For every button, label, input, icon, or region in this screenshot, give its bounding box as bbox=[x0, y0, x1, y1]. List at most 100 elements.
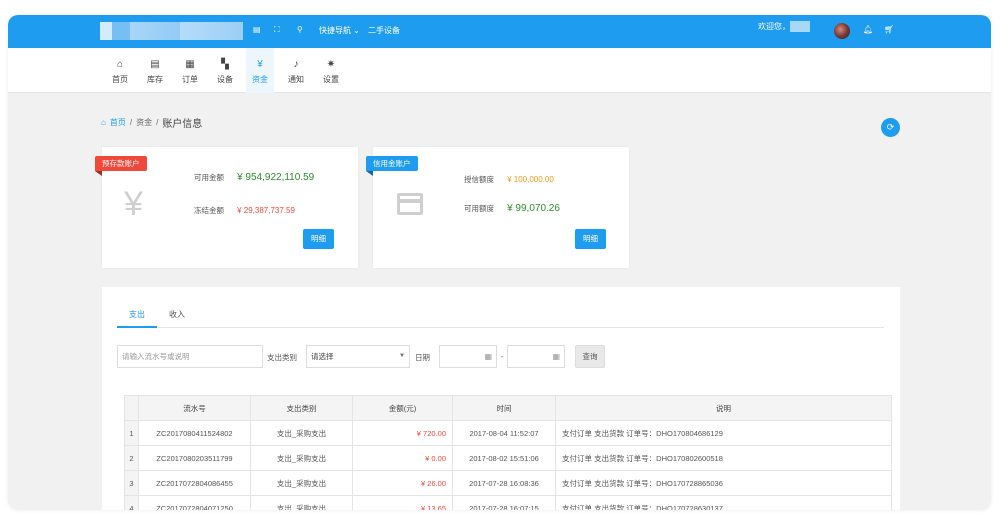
date-label: 日期 bbox=[415, 353, 430, 362]
frozen-amount-label: 冻结金额 bbox=[194, 206, 224, 215]
credit-limit-row: 授信额度 ¥ 100,000.00 bbox=[464, 174, 554, 185]
time: 2017-08-02 15:51:06 bbox=[452, 445, 556, 471]
chevron-down-icon: ⌄ bbox=[353, 26, 360, 35]
description: 支付订单 支出货款 订单号：DHO170804686129 bbox=[555, 420, 892, 446]
quick-nav-menu[interactable]: 快捷导航 ⌄ bbox=[319, 25, 360, 36]
column-header: 时间 bbox=[452, 395, 556, 421]
column-header: 支出类别 bbox=[250, 395, 353, 421]
serial-number: ZC2017072804071250 bbox=[138, 495, 251, 510]
serial-number: ZC2017080203511799 bbox=[138, 445, 251, 471]
search-icon[interactable]: ⚲ bbox=[297, 25, 303, 34]
table-row[interactable]: 4 ZC2017072804071250 支出_采购支出 ¥ 13.65 201… bbox=[124, 495, 892, 510]
breadcrumb-separator: / bbox=[156, 118, 159, 127]
credit-available-label: 可用额度 bbox=[464, 204, 494, 213]
device-icon: ▚ bbox=[221, 59, 229, 70]
credit-available-row: 可用额度 ¥ 99,070.26 bbox=[464, 203, 560, 214]
nav-devices[interactable]: ▚ 设备 bbox=[211, 48, 239, 93]
app-window: ▤ ⛶ ⚲ 快捷导航 ⌄ 二手设备 欢迎您， 🔔︎ 🛒︎ ⌂ 首页 ▤ 库存 ▦… bbox=[8, 15, 991, 510]
serial-number: ZC2017072804086455 bbox=[138, 470, 251, 496]
column-header: 金额(元) bbox=[352, 395, 453, 421]
transactions-table: 流水号 支出类别 金额(元) 时间 说明 1 ZC201708041152480… bbox=[124, 395, 892, 510]
credit-limit-value: ¥ 100,000.00 bbox=[507, 175, 554, 184]
time: 2017-08-04 11:52:07 bbox=[452, 420, 556, 446]
amount: ¥ 26.00 bbox=[352, 470, 453, 496]
expense-type: 支出_采购支出 bbox=[250, 470, 353, 496]
credit-ribbon: 信用金账户 bbox=[366, 156, 418, 176]
caret-down-icon: ▼ bbox=[399, 353, 405, 359]
table-row[interactable]: 1 ZC2017080411524802 支出_采购支出 ¥ 720.00 20… bbox=[124, 420, 892, 446]
yen-icon: ¥ bbox=[257, 59, 263, 70]
calendar-icon: ▦ bbox=[552, 352, 560, 361]
breadcrumb-home[interactable]: 首页 bbox=[110, 117, 126, 128]
avatar[interactable] bbox=[834, 23, 850, 39]
breadcrumb: ⌂ 首页 / 资金 / 账户信息 bbox=[101, 115, 202, 130]
amount: ¥ 0.00 bbox=[352, 445, 453, 471]
time: 2017-07-28 16:07:15 bbox=[452, 495, 556, 510]
breadcrumb-separator: / bbox=[129, 118, 133, 127]
query-button[interactable]: 查询 bbox=[575, 345, 605, 368]
refresh-icon: ⟳ bbox=[886, 122, 895, 132]
start-date-input[interactable]: ▦ bbox=[439, 345, 497, 368]
top-bar: ▤ ⛶ ⚲ 快捷导航 ⌄ 二手设备 欢迎您， 🔔︎ 🛒︎ bbox=[8, 15, 991, 48]
expense-type: 支出_采购支出 bbox=[250, 420, 353, 446]
row-index: 1 bbox=[124, 420, 139, 446]
table-row[interactable]: 3 ZC2017072804086455 支出_采购支出 ¥ 26.00 201… bbox=[124, 470, 892, 496]
home-icon[interactable]: ⌂ bbox=[101, 118, 106, 127]
nav-inventory[interactable]: ▤ 库存 bbox=[141, 48, 169, 93]
row-index: 2 bbox=[124, 445, 139, 471]
date-separator: - bbox=[501, 352, 504, 361]
prepaid-account-card: 预存款账户 ¥ 可用金额 ¥ 954,922,110.59 冻结金额 ¥ 29,… bbox=[95, 147, 358, 268]
nav-settings[interactable]: ✷ 设置 bbox=[317, 48, 345, 93]
quick-nav-label: 快捷导航 bbox=[319, 26, 351, 35]
transactions-panel: 支出 收入 请输入流水号或说明 支出类别 请选择 ▼ 日期 ▦ - ▦ 查询 流… bbox=[102, 287, 900, 510]
available-amount-label: 可用金额 bbox=[194, 173, 224, 182]
refresh-button[interactable]: ⟳ bbox=[881, 118, 900, 137]
calendar-icon: ▦ bbox=[484, 352, 492, 361]
prepaid-details-button[interactable]: 明细 bbox=[303, 229, 334, 249]
row-index: 3 bbox=[124, 470, 139, 496]
order-icon: ▦ bbox=[185, 59, 195, 70]
table-header-row: 流水号 支出类别 金额(元) 时间 说明 bbox=[124, 395, 892, 421]
breadcrumb-funds[interactable]: 资金 bbox=[136, 117, 152, 128]
frozen-amount-value: ¥ 29,387,737.59 bbox=[237, 206, 295, 215]
expense-type-label: 支出类别 bbox=[267, 353, 297, 362]
tab-expense[interactable]: 支出 bbox=[117, 305, 157, 328]
nav-notifications[interactable]: ♪ 通知 bbox=[282, 48, 310, 93]
end-date-input[interactable]: ▦ bbox=[507, 345, 565, 368]
credit-account-card: 信用金账户 授信额度 ¥ 100,000.00 可用额度 ¥ 99,070.26… bbox=[366, 147, 629, 268]
search-input[interactable]: 请输入流水号或说明 bbox=[117, 345, 263, 368]
expense-type: 支出_采购支出 bbox=[250, 495, 353, 510]
nav-orders[interactable]: ▦ 订单 bbox=[176, 48, 204, 93]
column-header: 说明 bbox=[555, 395, 892, 421]
description: 支付订单 支出货款 订单号：DHO170802600518 bbox=[555, 445, 892, 471]
cart-icon[interactable]: 🛒︎ bbox=[884, 25, 894, 34]
amount: ¥ 720.00 bbox=[352, 420, 453, 446]
nav-home[interactable]: ⌂ 首页 bbox=[106, 48, 134, 93]
serial-number: ZC2017080411524802 bbox=[138, 420, 251, 446]
second-hand-link[interactable]: 二手设备 bbox=[368, 25, 400, 36]
time: 2017-07-28 16:08:36 bbox=[452, 470, 556, 496]
column-header: 流水号 bbox=[138, 395, 251, 421]
menu-icon[interactable]: ▤ bbox=[253, 25, 261, 34]
expense-type: 支出_采购支出 bbox=[250, 445, 353, 471]
row-index: 4 bbox=[124, 495, 139, 510]
username[interactable] bbox=[790, 21, 810, 32]
main-nav: ⌂ 首页 ▤ 库存 ▦ 订单 ▚ 设备 ¥ 资金 ♪ 通知 ✷ 设置 bbox=[8, 48, 991, 93]
credit-card-icon bbox=[397, 193, 423, 215]
expense-type-value: 请选择 bbox=[311, 352, 334, 361]
logo[interactable] bbox=[100, 22, 243, 40]
tab-bar: 支出 收入 bbox=[117, 305, 884, 328]
nav-funds[interactable]: ¥ 资金 bbox=[246, 48, 274, 93]
fullscreen-icon[interactable]: ⛶ bbox=[274, 25, 280, 35]
yen-icon: ¥ bbox=[124, 185, 143, 223]
tab-income[interactable]: 收入 bbox=[157, 305, 197, 328]
bell-icon[interactable]: 🔔︎ bbox=[863, 25, 873, 34]
gear-icon: ✷ bbox=[326, 59, 336, 70]
credit-limit-label: 授信额度 bbox=[464, 175, 494, 184]
table-row[interactable]: 2 ZC2017080203511799 支出_采购支出 ¥ 0.00 2017… bbox=[124, 445, 892, 471]
expense-type-select[interactable]: 请选择 ▼ bbox=[306, 345, 410, 368]
credit-available-value: ¥ 99,070.26 bbox=[507, 203, 560, 214]
amount: ¥ 13.65 bbox=[352, 495, 453, 510]
welcome-text: 欢迎您， bbox=[758, 22, 790, 31]
credit-details-button[interactable]: 明细 bbox=[575, 229, 606, 249]
